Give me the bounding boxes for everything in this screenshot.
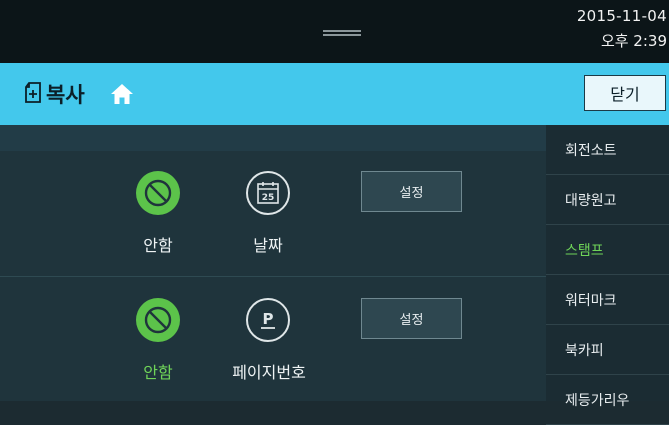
page-title: 복사 [46,83,85,107]
menu-item-watermark[interactable]: 워터마크 [546,275,669,325]
menu-item-next[interactable]: 제등가리우 [546,375,669,425]
date-settings-button[interactable]: 설정 [361,171,462,212]
row-divider [0,276,546,277]
menu-item-bulk-original[interactable]: 대량원고 [546,175,669,225]
page-number-settings-button[interactable]: 설정 [361,298,462,339]
page-number-p-icon: P [261,310,275,329]
home-icon[interactable] [110,83,134,105]
menu-item-stamp[interactable]: 스탬프 [546,225,669,275]
page-number-none-button[interactable] [136,298,180,342]
status-date: 2015-11-04 [576,7,667,25]
calendar-day-text: 25 [262,193,275,203]
copy-document-icon [25,82,41,103]
date-stamp-none-button[interactable] [136,171,180,215]
date-stamp-none-label: 안함 [143,236,173,255]
panel-header-strip [0,125,546,151]
close-button[interactable]: 닫기 [584,75,666,111]
menu-item-rotate-sort[interactable]: 회전소트 [546,125,669,175]
date-stamp-button[interactable]: 25 [246,171,290,215]
page-symbol-text: P [263,310,274,328]
drag-handle[interactable] [323,30,361,36]
page-number-none-label: 안함 [143,363,173,382]
prohibited-icon [144,306,172,334]
calendar-25-icon: 25 [257,182,279,204]
title-bar [0,63,669,125]
menu-item-book-copy[interactable]: 북카피 [546,325,669,375]
date-stamp-label: 날짜 [253,236,283,255]
prohibited-icon [144,179,172,207]
page-number-button[interactable]: P [246,298,290,342]
status-time: 오후 2:39 [600,32,667,50]
page-number-label: 페이지번호 [232,363,306,382]
